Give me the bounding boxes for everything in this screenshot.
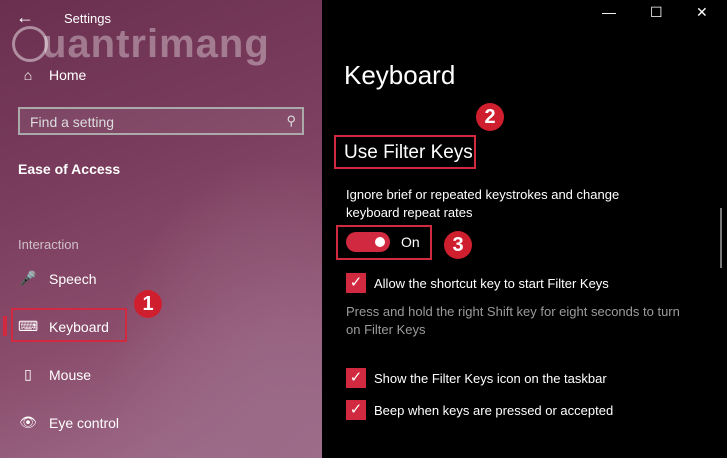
section-heading-filter-keys: Use Filter Keys [344, 142, 473, 163]
sidebar-item-mouse[interactable]: ▯ Mouse [18, 366, 91, 383]
eye-control-icon: 👁 [19, 414, 37, 430]
mouse-icon: ▯ [24, 366, 32, 382]
toggle-state-label: On [401, 234, 420, 250]
search-icon[interactable]: ⚲ [286, 113, 296, 129]
beep-checkbox[interactable]: ✓ [346, 400, 366, 420]
scrollbar[interactable] [720, 208, 722, 268]
selected-indicator [3, 316, 7, 336]
filter-keys-toggle[interactable] [346, 232, 390, 252]
maximize-icon[interactable]: ☐ [650, 4, 663, 21]
watermark-text: uantrimang [42, 22, 270, 66]
shortcut-key-checkbox[interactable]: ✓ [346, 273, 366, 293]
taskbar-icon-label: Show the Filter Keys icon on the taskbar [374, 371, 607, 386]
taskbar-icon-checkbox[interactable]: ✓ [346, 368, 366, 388]
highlight-box-keyboard [11, 308, 127, 342]
sidebar-item-label: Mouse [49, 366, 92, 383]
search-box[interactable]: Find a setting ⚲ [18, 107, 304, 135]
filter-keys-description: Ignore brief or repeated keystrokes and … [346, 187, 620, 220]
page-title: Keyboard [344, 60, 456, 90]
back-arrow-icon[interactable]: ← [16, 8, 34, 26]
main-panel: — ☐ ✕ Keyboard 2 Use Filter Keys Ignore … [322, 0, 727, 458]
sidebar-item-home[interactable]: ⌂ Home [18, 67, 87, 83]
section-title: Ease of Access [18, 161, 121, 177]
sidebar: ← Settings uantrimang ⌂ Home Find a sett… [0, 0, 322, 458]
settings-window: ← Settings uantrimang ⌂ Home Find a sett… [0, 0, 727, 458]
home-icon: ⌂ [23, 67, 33, 83]
beep-label: Beep when keys are pressed or accepted [374, 403, 614, 418]
sidebar-item-eye-control[interactable]: 👁 Eye control [18, 414, 119, 431]
minimize-icon[interactable]: — [602, 4, 616, 20]
close-icon[interactable]: ✕ [696, 4, 708, 21]
group-label: Interaction [18, 237, 79, 252]
sidebar-item-speech[interactable]: 🎤 Speech [18, 270, 96, 287]
toggle-knob [375, 237, 385, 247]
sidebar-item-label: Eye control [49, 414, 120, 431]
search-placeholder: Find a setting [30, 114, 115, 130]
sidebar-item-label: Speech [49, 270, 97, 287]
step-badge-2: 2 [476, 103, 504, 131]
shortcut-key-label: Allow the shortcut key to start Filter K… [374, 276, 609, 291]
home-label: Home [49, 67, 87, 83]
step-badge-3: 3 [444, 231, 472, 259]
microphone-icon: 🎤 [19, 270, 37, 286]
shortcut-note: Press and hold the right Shift key for e… [346, 304, 680, 337]
step-badge-1: 1 [134, 290, 162, 318]
